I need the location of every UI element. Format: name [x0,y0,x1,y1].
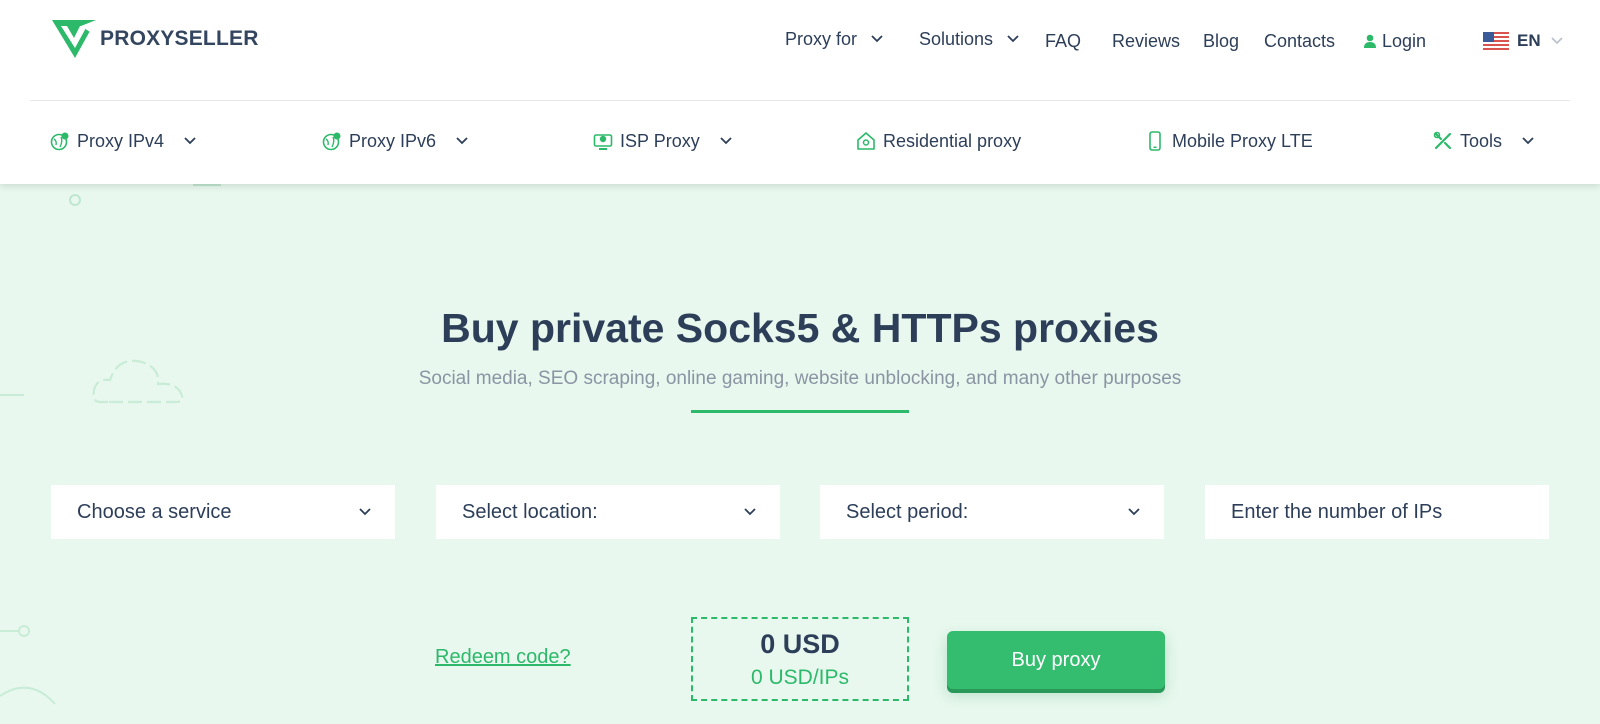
brand-logo[interactable]: PROXYSELLER [50,18,259,60]
nav-contacts[interactable]: Contacts [1264,24,1335,58]
subnav-item-label: Proxy IPv4 [77,130,165,151]
subnav-item-label: ISP Proxy [620,130,700,151]
chevron-down-icon [1128,508,1140,516]
page-title: Buy private Socks5 & HTTPs proxies [441,305,1159,351]
subnav-item-label: Proxy IPv6 [349,130,437,151]
globe-pin-icon [322,132,341,151]
nav-proxy-for-label: Proxy for [785,28,858,49]
nav-login-label: Login [1382,30,1427,51]
ip-count-field[interactable] [1205,485,1549,539]
nav-faq[interactable]: FAQ [1045,24,1081,58]
subnav-item-label: Tools [1460,130,1503,151]
service-select-value: Choose a service [77,500,232,523]
nav-contacts-label: Contacts [1264,30,1336,51]
subnav-item-isp-proxy[interactable]: ISP Proxy [593,124,732,158]
subnav-item-mobile-proxy-lte[interactable]: Mobile Proxy LTE [1145,124,1313,158]
nav-blog[interactable]: Blog [1203,24,1239,58]
chevron-down-icon [184,137,196,145]
tools-icon [1433,131,1452,150]
chevron-down-icon [744,508,756,516]
location-select-value: Select location: [462,500,598,523]
proxyseller-logo-icon [52,20,96,58]
price-summary: 0 USD 0 USD/IPs [691,617,909,701]
period-select-value: Select period: [846,500,969,523]
decoration-circuit-icon [0,625,56,705]
nav-proxy-for[interactable]: Proxy for [785,22,883,56]
subnav-item-label: Residential proxy [883,130,1022,151]
chevron-down-icon [871,35,883,43]
subnav-item-tools[interactable]: Tools [1433,124,1534,158]
ip-count-input[interactable] [1231,500,1525,524]
nav-faq-label: FAQ [1045,30,1082,51]
language-label: EN [1517,31,1541,50]
us-flag-icon [1483,32,1509,50]
site-header: PROXYSELLER Proxy for Solutions FAQ Revi… [0,0,1600,184]
nav-reviews[interactable]: Reviews [1112,24,1180,58]
subnav-item-proxy-ipv6[interactable]: Proxy IPv6 [322,124,468,158]
chevron-down-icon [1551,37,1563,45]
chevron-down-icon [359,508,371,516]
redeem-code-link[interactable]: Redeem code? [435,646,571,669]
brand-name: PROXYSELLER [100,27,259,50]
mobile-icon [1149,131,1161,151]
title-underline [691,410,909,413]
monitor-pin-icon [593,134,613,150]
total-price: 0 USD [760,629,840,659]
subnav-item-residential-proxy[interactable]: Residential proxy [856,124,1021,158]
chevron-down-icon [1522,137,1534,145]
chevron-down-icon [1007,35,1019,43]
nav-blog-label: Blog [1203,30,1240,51]
nav-solutions-label: Solutions [919,28,994,49]
language-selector[interactable]: EN [1483,24,1563,58]
header-divider [30,100,1570,101]
service-select[interactable]: Choose a service [51,485,395,539]
subnav-item-proxy-ipv4[interactable]: Proxy IPv4 [50,124,196,158]
nav-reviews-label: Reviews [1112,30,1181,51]
user-icon [1364,34,1376,48]
nav-solutions[interactable]: Solutions [919,22,1019,56]
price-per-ip: 0 USD/IPs [750,666,850,689]
subnav-item-label: Mobile Proxy LTE [1172,130,1313,151]
page-subtitle: Social media, SEO scraping, online gamin… [418,368,1182,389]
period-select[interactable]: Select period: [820,485,1164,539]
globe-pin-icon [50,132,69,151]
location-select[interactable]: Select location: [436,485,780,539]
chevron-down-icon [720,137,732,145]
nav-login[interactable]: Login [1364,24,1426,58]
buy-proxy-button[interactable]: Buy proxy [947,631,1165,689]
decoration-node-icon [69,184,221,206]
home-icon [857,132,875,150]
chevron-down-icon [456,137,468,145]
